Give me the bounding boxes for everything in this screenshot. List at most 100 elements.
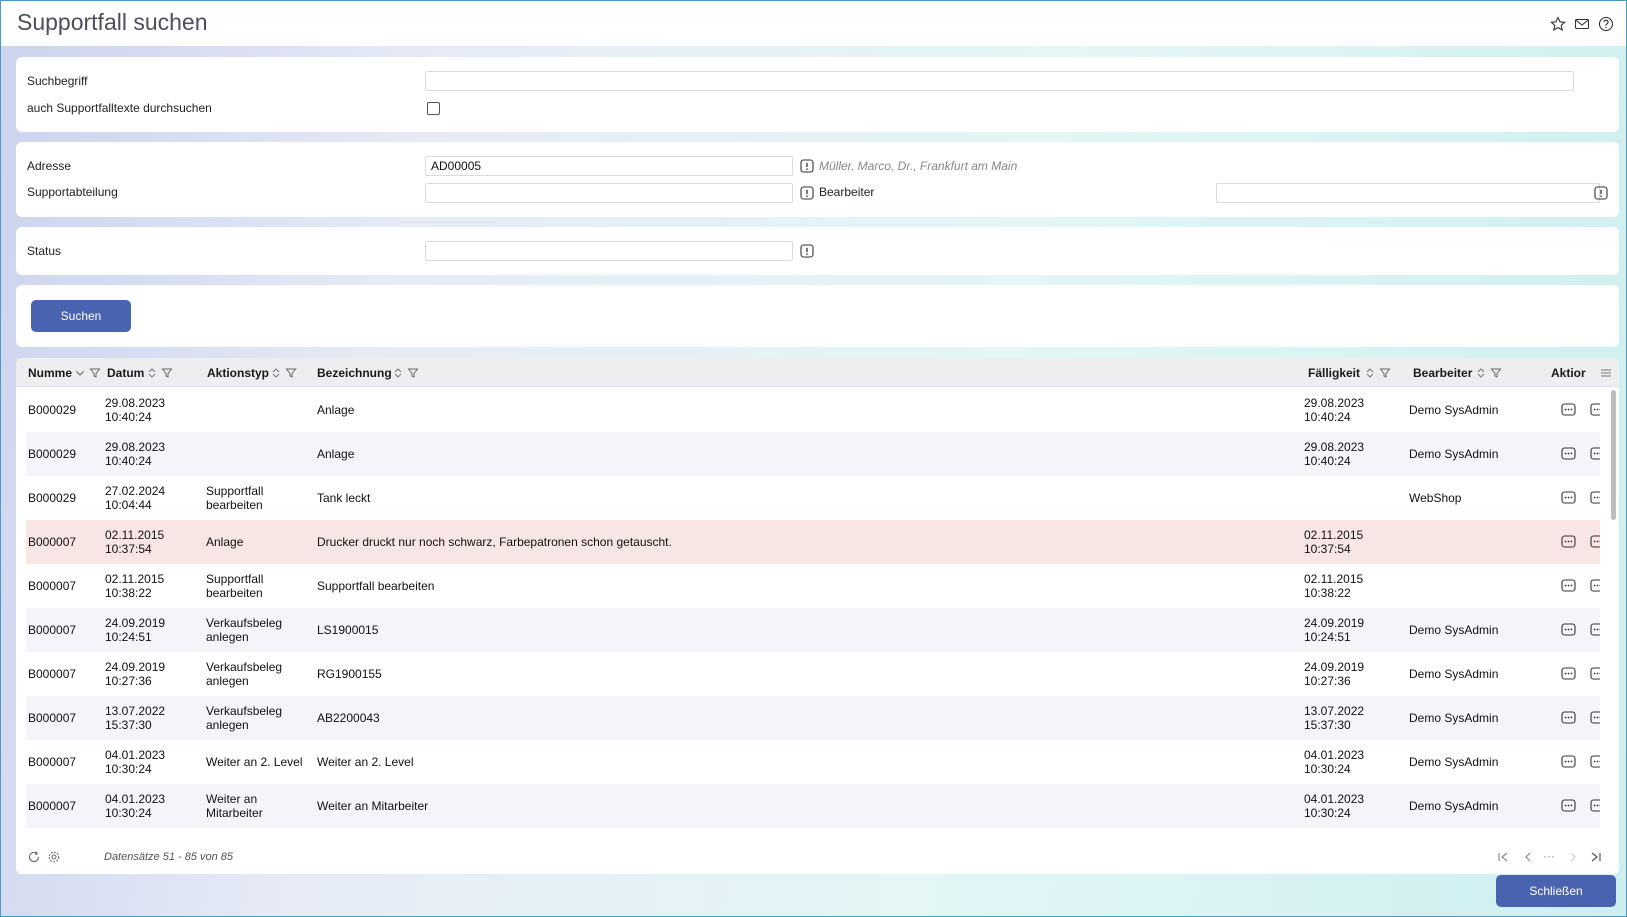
table-row[interactable]: B000007 02.11.2015 10:37:54 Anlage Drucker …	[26, 520, 1600, 564]
cell-bearbeiter: WebShop	[1409, 491, 1462, 505]
cell-aktionstyp: Anlage	[206, 535, 244, 549]
cell-nummer: B000007	[28, 579, 77, 593]
col-header-nummer[interactable]: Numme	[28, 366, 72, 380]
col-header-datum[interactable]: Datum	[107, 366, 144, 380]
prev-page-icon[interactable]	[1521, 850, 1535, 864]
filter-icon[interactable]	[1379, 367, 1391, 379]
settings-icon[interactable]	[47, 850, 61, 864]
status-panel: Status	[16, 227, 1619, 275]
row-more-icon[interactable]	[1590, 666, 1600, 681]
col-header-faelligkeit[interactable]: Fälligkeit	[1308, 366, 1360, 380]
cell-nummer: B000007	[28, 799, 77, 813]
filter-icon[interactable]	[407, 367, 419, 379]
cell-bezeichnung: Anlage	[317, 447, 355, 461]
filter-panel: Adresse AD00005 Müller, Marco, Dr., Fran…	[16, 142, 1619, 217]
row-more-icon[interactable]	[1590, 798, 1600, 813]
suchbegriff-input[interactable]	[425, 71, 1574, 91]
cell-aktionstyp: Supportfall bearbeiten	[206, 572, 264, 600]
cell-nummer: B000029	[28, 491, 77, 505]
col-header-bearbeiter[interactable]: Bearbeiter	[1413, 366, 1472, 380]
table-row[interactable]: B000007 13.07.2022 15:37:30 Verkaufsbeleg …	[26, 696, 1600, 740]
sort-icon[interactable]	[1364, 367, 1376, 379]
row-action-icon[interactable]	[1561, 754, 1576, 769]
col-header-bezeichnung[interactable]: Bezeichnung	[317, 366, 392, 380]
cell-datum: 29.08.2023 10:40:24	[105, 440, 166, 468]
adresse-label: Adresse	[27, 159, 72, 173]
search-button[interactable]: Suchen	[31, 300, 131, 332]
cell-faelligkeit: 29.08.2023 10:40:24	[1304, 396, 1365, 424]
filter-icon[interactable]	[89, 367, 101, 379]
col-header-aktion[interactable]: Aktior	[1551, 366, 1588, 380]
row-action-icon[interactable]	[1561, 622, 1576, 637]
row-action-icon[interactable]	[1561, 446, 1576, 461]
cell-bearbeiter: Demo SysAdmin	[1409, 799, 1499, 813]
first-page-icon[interactable]	[1496, 850, 1510, 864]
row-more-icon[interactable]	[1590, 402, 1600, 417]
filter-icon[interactable]	[161, 367, 173, 379]
column-menu-icon[interactable]	[1600, 367, 1612, 379]
sort-icon[interactable]	[1475, 367, 1487, 379]
table-row[interactable]: B000007 24.09.2019 10:27:36 Verkaufsbeleg …	[26, 652, 1600, 696]
cell-bearbeiter: Demo SysAdmin	[1409, 403, 1499, 417]
cell-bezeichnung: Drucker druckt nur noch schwarz, Farbepa…	[317, 535, 672, 549]
bearbeiter-label: Bearbeiter	[819, 185, 875, 199]
table-row[interactable]: B000029 27.02.2024 10:04:44 Supportfall be…	[26, 476, 1600, 520]
row-more-icon[interactable]	[1590, 534, 1600, 549]
adresse-lookup-icon[interactable]	[800, 159, 814, 173]
help-icon[interactable]	[1598, 16, 1614, 32]
fulltext-checkbox[interactable]	[427, 102, 440, 115]
table-row[interactable]: B000007 04.01.2023 10:30:24 Weiter an Mita…	[26, 784, 1600, 828]
next-page-icon[interactable]	[1566, 850, 1580, 864]
grid-scrollbar[interactable]	[1611, 390, 1616, 520]
table-row[interactable]: B000029 29.08.2023 10:40:24 Anlage 29.08.20…	[26, 388, 1600, 432]
row-action-icon[interactable]	[1561, 578, 1576, 593]
close-button[interactable]: Schließen	[1496, 875, 1616, 907]
status-input[interactable]	[425, 241, 793, 261]
row-action-icon[interactable]	[1561, 666, 1576, 681]
search-panel: Suchbegriff auch Supportfalltexte durchs…	[16, 57, 1619, 132]
row-more-icon[interactable]	[1590, 490, 1600, 505]
row-action-icon[interactable]	[1561, 710, 1576, 725]
adresse-input[interactable]: AD00005	[425, 156, 793, 176]
cell-datum: 29.08.2023 10:40:24	[105, 396, 166, 424]
page-title: Supportfall suchen	[17, 9, 208, 35]
grid-footer: Datensätze 51 - 85 von 85 ···	[16, 842, 1619, 874]
mail-icon[interactable]	[1574, 16, 1590, 32]
abteilung-lookup-icon[interactable]	[800, 186, 814, 200]
last-page-icon[interactable]	[1589, 850, 1603, 864]
row-more-icon[interactable]	[1590, 754, 1600, 769]
cell-aktionstyp: Verkaufsbeleg anlegen	[206, 660, 283, 688]
col-header-aktionstyp[interactable]: Aktionstyp	[207, 366, 269, 380]
row-action-icon[interactable]	[1561, 534, 1576, 549]
sort-icon[interactable]	[146, 367, 158, 379]
sort-icon[interactable]	[270, 367, 282, 379]
table-row[interactable]: B00000719.07.2023Supportfall	[26, 828, 1600, 842]
sort-desc-icon[interactable]	[74, 367, 86, 379]
row-action-icon[interactable]	[1561, 490, 1576, 505]
refresh-icon[interactable]	[27, 850, 41, 864]
results-grid: Numme Datum Aktionstyp Bezeichnung Fälli…	[16, 358, 1619, 874]
bearbeiter-lookup-icon[interactable]	[1594, 186, 1608, 200]
row-more-icon[interactable]	[1590, 622, 1600, 637]
filter-icon[interactable]	[285, 367, 297, 379]
table-row[interactable]: B000007 04.01.2023 10:30:24 Weiter an 2. L…	[26, 740, 1600, 784]
abteilung-input[interactable]	[425, 183, 793, 203]
bearbeiter-input[interactable]	[1216, 183, 1600, 203]
row-more-icon[interactable]	[1590, 578, 1600, 593]
sort-icon[interactable]	[392, 367, 404, 379]
row-more-icon[interactable]	[1590, 710, 1600, 725]
filter-icon[interactable]	[1490, 367, 1502, 379]
row-action-icon[interactable]	[1561, 798, 1576, 813]
table-row[interactable]: B000007 24.09.2019 10:24:51 Verkaufsbeleg …	[26, 608, 1600, 652]
row-more-icon[interactable]	[1590, 446, 1600, 461]
status-lookup-icon[interactable]	[800, 244, 814, 258]
cell-nummer: B000007	[28, 623, 77, 637]
cell-datum: 24.09.2019 10:27:36	[105, 660, 166, 688]
table-row[interactable]: B000007 02.11.2015 10:38:22 Supportfall be…	[26, 564, 1600, 608]
row-action-icon[interactable]	[1561, 402, 1576, 417]
cell-faelligkeit: 24.09.2019 10:27:36	[1304, 660, 1365, 688]
cell-bearbeiter: Demo SysAdmin	[1409, 667, 1499, 681]
cell-datum: 13.07.2022 15:37:30	[105, 704, 166, 732]
table-row[interactable]: B000029 29.08.2023 10:40:24 Anlage 29.08.20…	[26, 432, 1600, 476]
star-icon[interactable]	[1550, 16, 1566, 32]
